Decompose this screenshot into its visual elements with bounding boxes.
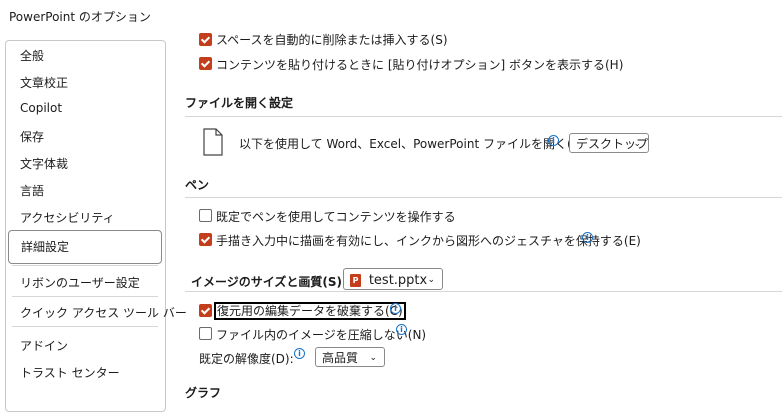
divider xyxy=(185,197,782,198)
divider xyxy=(12,296,158,297)
smart-space-checkbox[interactable] xyxy=(199,33,212,46)
document-icon xyxy=(203,128,223,156)
resolution-value: 高品質 xyxy=(322,351,359,365)
ink-gestures-checkbox[interactable] xyxy=(199,233,212,246)
sidebar-item-typography[interactable]: 文字体裁 xyxy=(20,155,68,172)
sidebar-item-customize-ribbon[interactable]: リボンのユーザー設定 xyxy=(20,274,140,291)
info-icon[interactable]: i xyxy=(396,324,407,335)
resolution-dropdown[interactable]: 高品質 ⌄ xyxy=(315,347,385,367)
divider xyxy=(185,116,782,117)
info-icon[interactable]: i xyxy=(390,303,401,314)
discard-edit-data-label: 復元用の編集データを破棄する(C) xyxy=(214,302,406,320)
divider xyxy=(185,291,782,292)
sidebar: 全般 文章校正 Copilot 保存 文字体裁 言語 アクセシビリティ 詳細設定… xyxy=(5,40,187,412)
sidebar-item-language[interactable]: 言語 xyxy=(20,182,44,199)
image-file-dropdown[interactable]: P test.pptx ⌄ xyxy=(343,268,443,290)
sidebar-item-accessibility[interactable]: アクセシビリティ xyxy=(20,209,115,226)
sidebar-item-quick-access-toolbar[interactable]: クイック アクセス ツール バー xyxy=(20,304,187,321)
chevron-down-icon: ⌄ xyxy=(369,353,377,363)
image-heading: イメージのサイズと画質(S) xyxy=(191,275,343,289)
info-icon[interactable]: i xyxy=(548,135,559,146)
sidebar-item-trust-center[interactable]: トラスト センター xyxy=(20,364,120,381)
pen-heading: ペン xyxy=(185,178,210,192)
use-pen-checkbox[interactable] xyxy=(199,209,212,222)
sidebar-item-save[interactable]: 保存 xyxy=(20,128,44,145)
chevron-down-icon: ⌄ xyxy=(633,139,641,149)
info-icon[interactable]: i xyxy=(294,348,305,359)
sidebar-item-advanced[interactable]: 詳細設定 xyxy=(8,230,162,264)
window-title: PowerPoint のオプション xyxy=(9,10,151,24)
file-open-label: 以下を使用して Word、Excel、PowerPoint ファイルを開く(P)… xyxy=(239,137,588,151)
use-pen-label: 既定でペンを使用してコンテンツを操作する xyxy=(216,210,456,224)
paste-options-checkbox[interactable] xyxy=(199,57,212,70)
sidebar-item-copilot[interactable]: Copilot xyxy=(20,101,62,115)
image-file-name: test.pptx xyxy=(368,273,428,288)
info-icon[interactable]: i xyxy=(582,232,593,243)
smart-space-label: スペースを自動的に削除または挿入する(S) xyxy=(216,33,448,47)
divider xyxy=(12,265,158,266)
discard-edit-data-checkbox[interactable] xyxy=(199,304,212,317)
chart-heading: グラフ xyxy=(185,386,222,400)
ink-gestures-label: 手描き入力中に描画を有効にし、インクから図形へのジェスチャを保持する(E) xyxy=(216,234,641,248)
sidebar-item-proofing[interactable]: 文章校正 xyxy=(20,74,68,91)
sidebar-item-general[interactable]: 全般 xyxy=(20,47,44,64)
no-compress-label: ファイル内のイメージを圧縮しない(N) xyxy=(216,328,427,342)
file-open-dropdown[interactable]: デスクトップ ⌄ xyxy=(569,133,649,153)
no-compress-checkbox[interactable] xyxy=(199,327,212,340)
divider xyxy=(12,326,158,327)
paste-options-label: コンテンツを貼り付けるときに [貼り付けオプション] ボタンを表示する(H) xyxy=(216,58,624,72)
sidebar-item-addins[interactable]: アドイン xyxy=(20,337,68,354)
powerpoint-file-icon: P xyxy=(350,274,361,287)
resolution-label: 既定の解像度(D): xyxy=(199,352,294,366)
file-open-heading: ファイルを開く設定 xyxy=(185,96,294,110)
chevron-down-icon: ⌄ xyxy=(427,275,435,285)
